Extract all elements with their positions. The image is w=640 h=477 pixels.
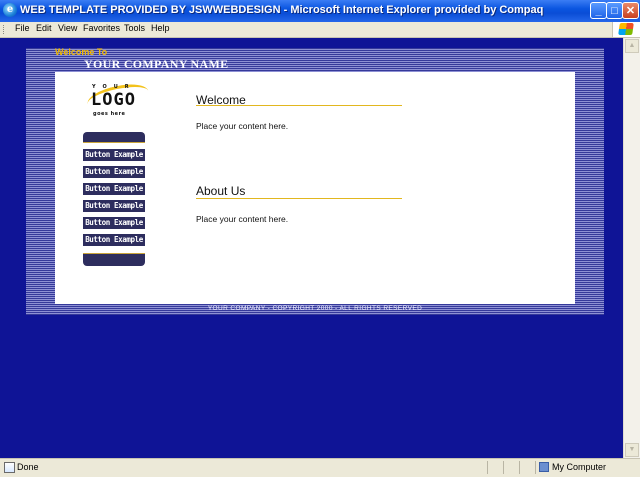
nav-button-4[interactable]: Button Example [83, 200, 145, 212]
nav-cap-bottom [83, 253, 145, 266]
nav-button-3[interactable]: Button Example [83, 183, 145, 195]
ie-icon: e [3, 3, 17, 17]
menu-edit[interactable]: Edit [36, 23, 52, 33]
windows-throbber [612, 22, 640, 37]
template-frame: Welcome To YOUR COMPANY NAME YOUR LOGO g… [26, 47, 604, 315]
page-done-icon [4, 462, 15, 473]
status-separator [487, 461, 488, 474]
menu-view[interactable]: View [58, 23, 77, 33]
menu-tools[interactable]: Tools [124, 23, 145, 33]
menu-favorites[interactable]: Favorites [83, 23, 120, 33]
toolbar-grip-icon [3, 25, 6, 34]
nav-menu: Button Example Button Example Button Exa… [83, 132, 145, 266]
content-panel: YOUR LOGO goes here Button Example Butto… [55, 72, 575, 304]
about-text: Place your content here. [196, 214, 289, 224]
welcome-rule [196, 105, 402, 106]
menu-help[interactable]: Help [151, 23, 170, 33]
company-logo: YOUR LOGO goes here [85, 79, 151, 118]
logo-tagline: goes here [93, 111, 126, 117]
minimize-button[interactable]: _ [590, 2, 607, 19]
status-separator [503, 461, 504, 474]
nav-button-2[interactable]: Button Example [83, 166, 145, 178]
status-separator [535, 461, 536, 474]
nav-button-6[interactable]: Button Example [83, 234, 145, 246]
menu-file[interactable]: File [15, 23, 30, 33]
close-button[interactable]: ✕ [622, 2, 639, 19]
maximize-button[interactable]: □ [606, 2, 623, 19]
vertical-scrollbar[interactable]: ▲ ▼ [623, 38, 640, 458]
scroll-up-icon[interactable]: ▲ [625, 39, 639, 53]
about-heading: About Us [196, 184, 246, 198]
menu-bar: File Edit View Favorites Tools Help [0, 22, 640, 38]
nav-cap-top [83, 132, 145, 143]
company-name: YOUR COMPANY NAME [84, 57, 229, 71]
status-bar: Done My Computer [0, 458, 640, 477]
title-bar[interactable]: e WEB TEMPLATE PROVIDED BY JSWWEBDESIGN … [0, 0, 640, 23]
nav-button-5[interactable]: Button Example [83, 217, 145, 229]
scroll-down-icon[interactable]: ▼ [625, 443, 639, 457]
welcome-to-label: Welcome To [55, 47, 108, 57]
about-rule [196, 198, 402, 199]
my-computer-icon [539, 462, 549, 472]
security-zone: My Computer [552, 462, 607, 472]
status-text: Done [17, 462, 39, 472]
nav-button-1[interactable]: Button Example [83, 149, 145, 161]
windows-logo-icon [618, 23, 634, 35]
logo-main-text: LOGO [91, 90, 136, 110]
welcome-text: Place your content here. [196, 121, 289, 131]
page-viewport: Welcome To YOUR COMPANY NAME YOUR LOGO g… [0, 38, 623, 458]
window-title: WEB TEMPLATE PROVIDED BY JSWWEBDESIGN - … [20, 4, 544, 16]
footer-copyright: YOUR COMPANY - COPYRIGHT 2000 - ALL RIGH… [207, 305, 423, 312]
status-separator [519, 461, 520, 474]
